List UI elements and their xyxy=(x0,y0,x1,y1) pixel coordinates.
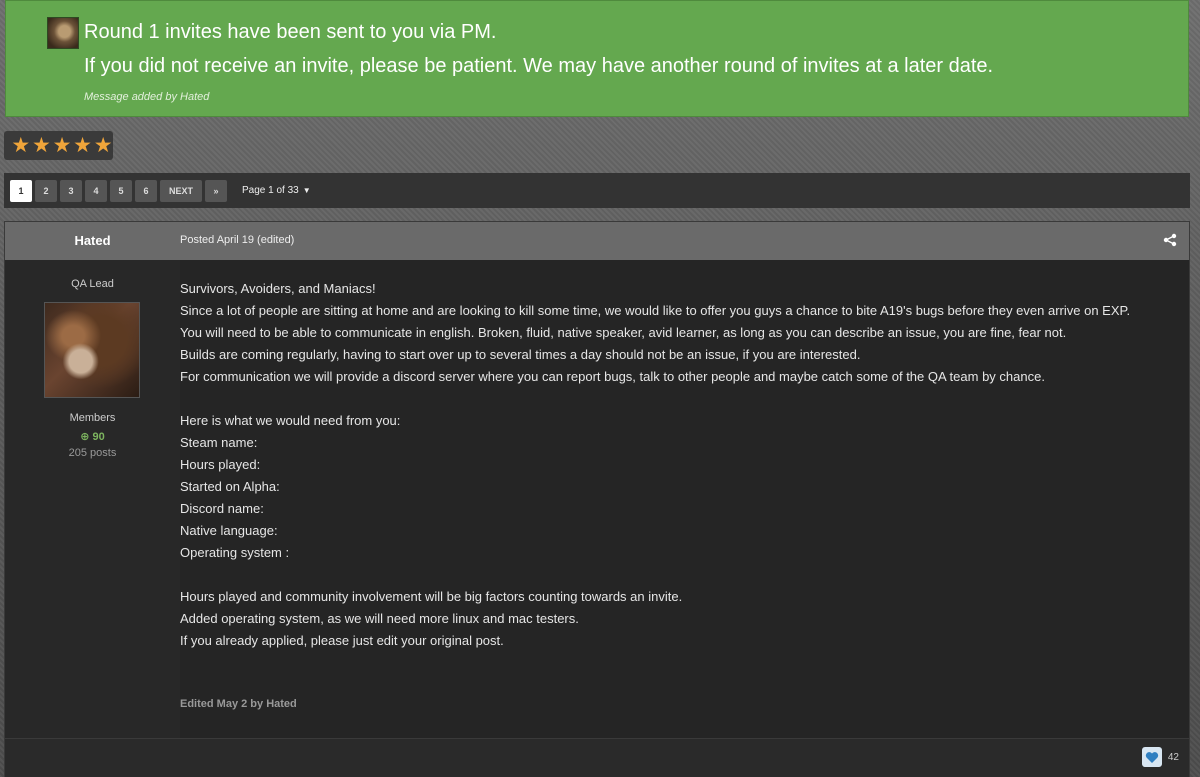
post-line: For communication we will provide a disc… xyxy=(180,369,1045,384)
page-button-5[interactable]: 5 xyxy=(110,179,132,202)
star-icon[interactable]: ★ xyxy=(32,135,52,156)
announcement-banner: Round 1 invites have been sent to you vi… xyxy=(5,0,1189,117)
edited-note: Edited May 2 by Hated xyxy=(180,698,297,710)
author-post-count: 205 posts xyxy=(68,447,117,459)
plus-circle-icon: ⊕ xyxy=(80,431,90,443)
share-icon[interactable] xyxy=(1163,233,1177,247)
author-sidebar: QA Lead Members ⊕ 90 205 posts xyxy=(5,260,180,738)
announcement-line-2: If you did not receive an invite, please… xyxy=(84,55,994,77)
post-line: If you already applied, please just edit… xyxy=(180,633,504,648)
forum-post: Hated Posted April 19 (edited) QA Lead M… xyxy=(4,221,1190,777)
author-reputation[interactable]: ⊕ 90 xyxy=(5,430,180,443)
page-button-4[interactable]: 4 xyxy=(85,179,107,202)
next-page-button[interactable]: NEXT xyxy=(160,179,203,202)
reaction-count: 42 xyxy=(1167,751,1179,763)
page-of-label: Page 1 of 33 xyxy=(242,185,299,196)
post-footer: 42 xyxy=(5,738,1189,777)
page-button-3[interactable]: 3 xyxy=(60,179,82,202)
post-line: You will need to be able to communicate … xyxy=(180,325,1067,340)
author-role: QA Lead xyxy=(71,278,114,290)
reaction-button[interactable]: 42 xyxy=(1141,746,1179,768)
post-line: Operating system : xyxy=(180,545,290,560)
last-page-button[interactable]: » xyxy=(205,179,228,202)
caret-down-icon: ▼ xyxy=(302,186,311,195)
post-line: Since a lot of people are sitting at hom… xyxy=(180,303,1131,318)
heart-icon[interactable] xyxy=(1141,747,1162,767)
author-avatar[interactable] xyxy=(44,302,140,398)
page-button-2[interactable]: 2 xyxy=(35,179,57,202)
star-icon[interactable]: ★ xyxy=(11,135,31,156)
post-line: Added operating system, as we will need … xyxy=(180,611,579,626)
star-icon[interactable]: ★ xyxy=(52,135,72,156)
page-button-6[interactable]: 6 xyxy=(135,179,157,202)
post-line: Here is what we would need from you: xyxy=(180,413,401,428)
star-icon[interactable]: ★ xyxy=(73,135,93,156)
reputation-value: 90 xyxy=(92,431,105,443)
post-line: Steam name: xyxy=(180,435,258,450)
post-line: Builds are coming regularly, having to s… xyxy=(180,347,861,362)
author-group: Members xyxy=(69,412,116,424)
topic-rating[interactable]: ★ ★ ★ ★ ★ xyxy=(4,131,113,160)
post-header: Hated Posted April 19 (edited) xyxy=(5,222,1189,260)
star-icon[interactable]: ★ xyxy=(93,135,113,156)
post-content: Survivors, Avoiders, and Maniacs! Since … xyxy=(180,260,1170,652)
post-line: Native language: xyxy=(180,523,278,538)
page-jump-dropdown[interactable]: Page 1 of 33 ▼ xyxy=(242,185,311,196)
post-date[interactable]: Posted April 19 (edited) xyxy=(180,234,294,246)
page-button-1[interactable]: 1 xyxy=(10,179,32,202)
announcement-meta: Message added by Hated xyxy=(84,91,210,103)
post-line: Hours played: xyxy=(180,457,261,472)
author-name[interactable]: Hated xyxy=(5,233,180,248)
post-line: Started on Alpha: xyxy=(180,479,280,494)
post-line: Hours played and community involvement w… xyxy=(180,589,683,604)
post-line: Discord name: xyxy=(180,501,264,516)
announcer-avatar[interactable] xyxy=(47,17,79,49)
pagination-bar: 1 2 3 4 5 6 NEXT » Page 1 of 33 ▼ xyxy=(4,173,1190,208)
announcement-line-1: Round 1 invites have been sent to you vi… xyxy=(84,21,497,43)
post-line: Survivors, Avoiders, and Maniacs! xyxy=(180,281,376,296)
